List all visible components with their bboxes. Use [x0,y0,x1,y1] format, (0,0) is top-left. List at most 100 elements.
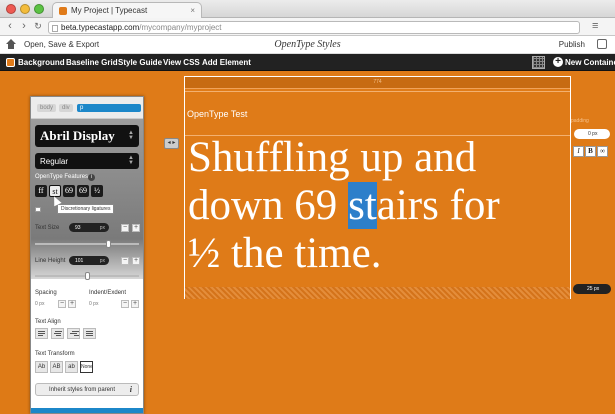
italic-icon[interactable]: I [573,146,584,157]
ot-lining-button[interactable]: 69 [77,185,89,197]
padding-bottom-input[interactable]: 25 px [573,284,611,294]
inherit-label: Inherit styles from parent [49,387,116,393]
tab-close-icon[interactable]: × [190,6,195,15]
line-height-slider[interactable] [35,272,139,280]
spacing-increase[interactable]: + [68,300,76,308]
text-size-slider[interactable] [35,240,139,248]
text-line-1: Shuffling up and [188,134,477,181]
ot-ff-button[interactable]: ff [35,185,47,197]
unit-label: px [99,225,105,231]
text-align-label: Text Align [35,319,61,325]
indent-decrease[interactable]: − [121,300,129,308]
crumb-div[interactable]: div [59,104,73,112]
publish-link[interactable]: Publish [559,40,585,49]
line-height-increase[interactable]: + [132,257,140,265]
selected-ligature: st [348,182,377,229]
text-style-buttons: I B ∞ [573,146,608,157]
address-toolbar: ‹ › ↻ beta.typecastapp.com/mycompany/myp… [0,18,615,36]
crumb-body[interactable]: body [37,104,57,112]
spacing-input[interactable]: 0 px [35,301,44,309]
url-path: /mycompany/myproject [139,23,222,32]
background-button[interactable]: Background [18,58,65,67]
tooltip: Discretionary ligatures [57,204,115,214]
container-move-handle[interactable]: ◂ ▸ [164,138,179,149]
indent-input[interactable]: 0 px [89,301,98,309]
favicon-icon [59,7,67,15]
view-css-button[interactable]: View CSS [163,58,200,67]
align-right-icon[interactable] [67,328,80,339]
font-style-select[interactable]: Regular ▲ ▼ [35,153,139,169]
unit-label: px [99,258,105,264]
new-container-button[interactable]: New Container [565,58,615,67]
text-container[interactable]: 774 OpenType Test Shuffling up and down … [184,76,571,299]
tab-title: My Project | Typecast [71,6,148,15]
line-height-input[interactable]: 101 px [69,256,109,265]
line-height-value: 101 [75,258,84,264]
browser-tab[interactable]: My Project | Typecast × [52,2,202,18]
font-family-select[interactable]: Abril Display ▲ ▼ [35,125,139,147]
ot-oldstyle-button[interactable]: 69 [63,185,75,197]
indent-increase[interactable]: + [131,300,139,308]
align-center-icon[interactable] [51,328,64,339]
minimize-window-button[interactable] [20,4,30,14]
text-size-input[interactable]: 93 px [69,223,109,232]
padding-top-input[interactable]: 0 px [574,129,610,139]
text-line-2: down 69 stairs for [188,182,500,229]
text-size-increase[interactable]: + [132,224,140,232]
text-size-label: Text Size [35,225,60,231]
transform-uppercase-button[interactable]: AB [50,361,63,373]
canvas-left-gutter [0,71,30,414]
element-breadcrumb: body div p [31,97,143,119]
align-left-icon[interactable] [35,328,48,339]
slider-thumb[interactable] [85,272,90,280]
window-controls [6,4,44,14]
divider [185,91,570,92]
close-window-button[interactable] [6,4,16,14]
grid-toggle-icon[interactable] [532,56,545,69]
line-height-decrease[interactable]: − [121,257,129,265]
baseline-grid-button[interactable]: Baseline Grid [66,58,118,67]
crumb-p[interactable]: p [77,104,141,112]
text-transform-buttons: Ab AB ab None [35,361,93,373]
paragraph-text[interactable]: Shuffling up and down 69 stairs for ½ th… [188,134,568,278]
wrench-menu-icon[interactable]: ≡ [592,20,598,32]
container-resize-bar[interactable] [185,287,570,299]
zoom-window-button[interactable] [34,4,44,14]
project-title: OpenType Styles [274,39,341,50]
text-size-decrease[interactable]: − [121,224,129,232]
style-guide-button[interactable]: Style Guide [118,58,162,67]
font-style-value: Regular [40,157,69,166]
publish-icon[interactable] [597,39,607,49]
transform-none-button[interactable]: None [80,361,93,373]
text-line-3: ½ the time. [188,230,382,277]
add-element-button[interactable]: Add Element [202,58,251,67]
app-header: Open, Save & Export OpenType Styles Publ… [0,36,615,54]
bold-icon[interactable]: B [585,146,596,157]
transform-lowercase-button[interactable]: ab [65,361,78,373]
text-size-value: 93 [75,225,81,231]
align-justify-icon[interactable] [83,328,96,339]
plus-icon[interactable]: + [553,57,563,67]
container-ruler: 774 [185,77,570,89]
container-heading[interactable]: OpenType Test [187,109,247,119]
line-height-label: Line Height [35,258,66,264]
reload-button[interactable]: ↻ [32,20,44,33]
spacing-decrease[interactable]: − [58,300,66,308]
forward-button[interactable]: › [18,20,30,33]
slider-thumb[interactable] [106,240,111,248]
select-arrows-icon: ▲ ▼ [128,130,134,141]
back-button[interactable]: ‹ [4,20,16,33]
container-width: 774 [373,79,382,85]
url-field[interactable]: beta.typecastapp.com/mycompany/myproject [48,21,580,34]
ot-fraction-button[interactable]: ½ [91,185,103,197]
swatch-icon[interactable] [35,207,41,212]
transform-capitalize-button[interactable]: Ab [35,361,48,373]
text-transform-label: Text Transform [35,351,75,357]
padding-label: padding [571,118,589,124]
spacing-label: Spacing [35,290,57,296]
style-sidebar: body div p Abril Display ▲ ▼ Regular ▲ ▼ O… [30,96,144,414]
inherit-styles-button[interactable]: Inherit styles from parent i [35,383,139,396]
link-icon[interactable]: ∞ [597,146,608,157]
background-swatch-icon[interactable] [6,58,15,67]
info-icon[interactable]: i [88,174,95,181]
